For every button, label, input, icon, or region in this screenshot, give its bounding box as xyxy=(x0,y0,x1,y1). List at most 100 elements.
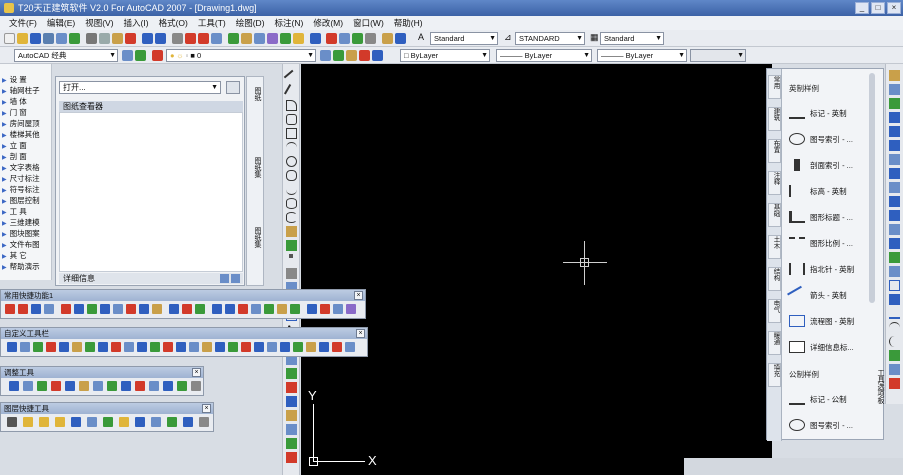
palette-tool-item[interactable]: 标高 - 英制 xyxy=(789,183,847,199)
insert-block-icon[interactable] xyxy=(286,226,297,237)
layer-icon[interactable] xyxy=(326,33,337,44)
tool-icon[interactable] xyxy=(113,304,123,314)
rotate-tool-icon[interactable] xyxy=(889,294,900,305)
tool-icon[interactable] xyxy=(31,304,41,314)
print-icon[interactable] xyxy=(43,33,54,44)
tool-icon[interactable] xyxy=(135,417,145,427)
tool-icon[interactable] xyxy=(72,342,82,352)
table-style-combo[interactable]: Standard ▼ xyxy=(600,32,664,45)
tool-icon[interactable] xyxy=(169,304,179,314)
sheet-list[interactable] xyxy=(59,112,243,272)
tool-icon[interactable] xyxy=(107,381,117,391)
polygon-icon[interactable] xyxy=(286,114,297,125)
tool-icon[interactable] xyxy=(139,304,149,314)
tool-icon[interactable] xyxy=(98,342,108,352)
tool-icon[interactable] xyxy=(163,342,173,352)
tool-icon[interactable] xyxy=(87,417,97,427)
tool-icon[interactable] xyxy=(319,342,329,352)
tarch-tool-icon[interactable] xyxy=(286,438,297,449)
tool-icon[interactable] xyxy=(215,342,225,352)
save-icon[interactable] xyxy=(30,33,41,44)
pan-icon[interactable] xyxy=(172,33,183,44)
tool-icon[interactable] xyxy=(241,342,251,352)
left-menu-item[interactable]: ▶ 其 它 xyxy=(2,250,27,261)
layer-manager-icon[interactable] xyxy=(152,50,163,61)
tool-icon[interactable] xyxy=(254,342,264,352)
tool-icon[interactable] xyxy=(46,342,56,352)
minimize-button[interactable]: _ xyxy=(855,2,869,14)
menu-edit[interactable]: 编辑(E) xyxy=(42,16,80,30)
drawing-canvas[interactable]: Y X xyxy=(301,64,772,475)
tool-icon[interactable] xyxy=(306,342,316,352)
tool-icon[interactable] xyxy=(277,304,287,314)
palette-tab[interactable]: 常用 xyxy=(768,75,781,99)
tool-icon[interactable] xyxy=(346,304,356,314)
tool-icon[interactable] xyxy=(199,417,209,427)
dim-style-icon[interactable] xyxy=(395,33,406,44)
tool-icon[interactable] xyxy=(121,381,131,391)
detail-toggle-icon[interactable] xyxy=(220,274,229,283)
tarch-tool-icon[interactable] xyxy=(286,396,297,407)
tool-icon[interactable] xyxy=(135,381,145,391)
calculator-icon[interactable] xyxy=(293,33,304,44)
menu-draw[interactable]: 绘图(D) xyxy=(231,16,270,30)
move-icon[interactable] xyxy=(889,140,900,151)
left-menu-item[interactable]: ▶ 文字表格 xyxy=(2,162,40,173)
layer-state-icon[interactable] xyxy=(346,50,357,61)
tool-icon[interactable] xyxy=(150,342,160,352)
palette-tab[interactable]: 布置 xyxy=(768,139,781,163)
tarch-tool-icon[interactable] xyxy=(286,410,297,421)
float-toolbar-title[interactable]: 调整工具 × xyxy=(1,367,203,378)
left-menu-item[interactable]: ▶ 轴网柱子 xyxy=(2,85,40,96)
tool-icon[interactable] xyxy=(280,342,290,352)
menu-help[interactable]: 帮助(H) xyxy=(389,16,428,30)
tool-icon[interactable] xyxy=(182,304,192,314)
left-menu-item[interactable]: ▶ 门 窗 xyxy=(2,107,27,118)
explode-icon[interactable] xyxy=(889,378,900,389)
spline-icon[interactable] xyxy=(286,184,297,195)
tool-icon[interactable] xyxy=(59,342,69,352)
match-properties-icon[interactable] xyxy=(125,33,136,44)
layer-walk-icon[interactable] xyxy=(359,50,370,61)
tarch-tool-icon[interactable] xyxy=(286,452,297,463)
palette-tab[interactable]: 建筑 xyxy=(768,107,781,131)
tool-icon[interactable] xyxy=(33,342,43,352)
redo-icon[interactable] xyxy=(155,33,166,44)
layer-bulb-icon[interactable] xyxy=(23,417,33,427)
layer-isolate-icon[interactable] xyxy=(372,50,383,61)
zoom-window-icon[interactable] xyxy=(198,33,209,44)
layer-states-icon[interactable] xyxy=(339,33,350,44)
workspace-combo[interactable]: AutoCAD 经典 ▼ xyxy=(14,49,118,62)
maximize-button[interactable]: □ xyxy=(871,2,885,14)
tool-icon[interactable] xyxy=(137,342,147,352)
tool-icon[interactable] xyxy=(126,304,136,314)
tool-icon[interactable] xyxy=(202,342,212,352)
float-toolbar-title[interactable]: 自定义工具栏 × xyxy=(1,328,367,339)
tool-icon[interactable] xyxy=(212,304,222,314)
palette-tool-item[interactable]: 标记 - 公制 xyxy=(789,391,847,407)
tool-icon[interactable] xyxy=(167,417,177,427)
tool-icon[interactable] xyxy=(225,304,235,314)
tool-icon[interactable] xyxy=(149,381,159,391)
tool-icon[interactable] xyxy=(320,304,330,314)
tool-icon[interactable] xyxy=(189,342,199,352)
tool-icon[interactable] xyxy=(238,304,248,314)
markup-icon[interactable] xyxy=(280,33,291,44)
tool-icon[interactable] xyxy=(151,417,161,427)
menu-tools[interactable]: 工具(T) xyxy=(193,16,231,30)
new-file-icon[interactable] xyxy=(4,33,15,44)
menu-modify[interactable]: 修改(M) xyxy=(308,16,348,30)
copy-object-icon[interactable] xyxy=(889,84,900,95)
left-menu-item[interactable]: ▶ 图层控制 xyxy=(2,195,40,206)
tool-icon[interactable] xyxy=(74,304,84,314)
text-style-icon[interactable] xyxy=(382,33,393,44)
construction-line-icon[interactable] xyxy=(283,83,300,100)
tool-icon[interactable] xyxy=(177,381,187,391)
layer-bulb-icon[interactable] xyxy=(55,417,65,427)
undo-icon[interactable] xyxy=(142,33,153,44)
menu-window[interactable]: 窗口(W) xyxy=(348,16,389,30)
workspace-settings-icon[interactable] xyxy=(122,50,133,61)
left-menu-item[interactable]: ▶ 符号标注 xyxy=(2,184,40,195)
layer-combo[interactable]: ● ☼ ▫ ■ 0 ▼ xyxy=(166,49,316,62)
tool-icon[interactable] xyxy=(152,304,162,314)
